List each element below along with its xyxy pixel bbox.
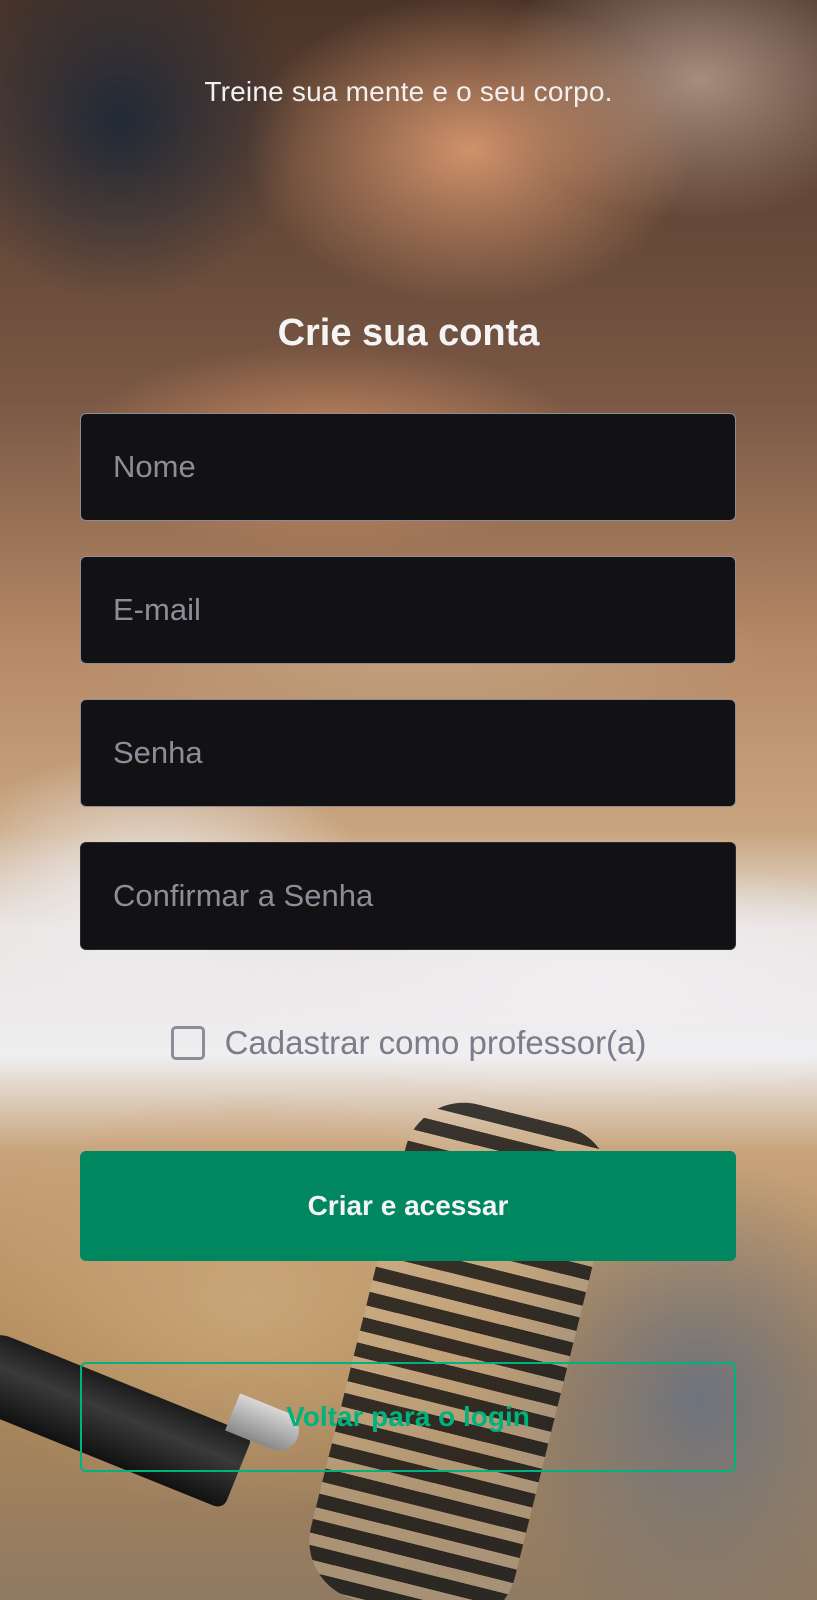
email-input[interactable] (80, 556, 736, 664)
name-input[interactable] (80, 413, 736, 521)
teacher-checkbox-label[interactable]: Cadastrar como professor(a) (225, 1024, 647, 1062)
signup-screen: Treine sua mente e o seu corpo. Crie sua… (0, 0, 817, 1600)
tagline: Treine sua mente e o seu corpo. (204, 76, 613, 107)
teacher-checkbox-row[interactable]: Cadastrar como professor(a) (0, 1024, 817, 1062)
confirm-password-input[interactable] (80, 842, 736, 950)
back-to-login-button[interactable]: Voltar para o login (80, 1362, 736, 1472)
signup-form-container: Treine sua mente e o seu corpo. Crie sua… (0, 0, 817, 1600)
page-title: Crie sua conta (277, 312, 540, 354)
password-input[interactable] (80, 699, 736, 807)
create-account-button[interactable]: Criar e acessar (80, 1151, 736, 1261)
teacher-checkbox[interactable] (170, 1026, 205, 1060)
